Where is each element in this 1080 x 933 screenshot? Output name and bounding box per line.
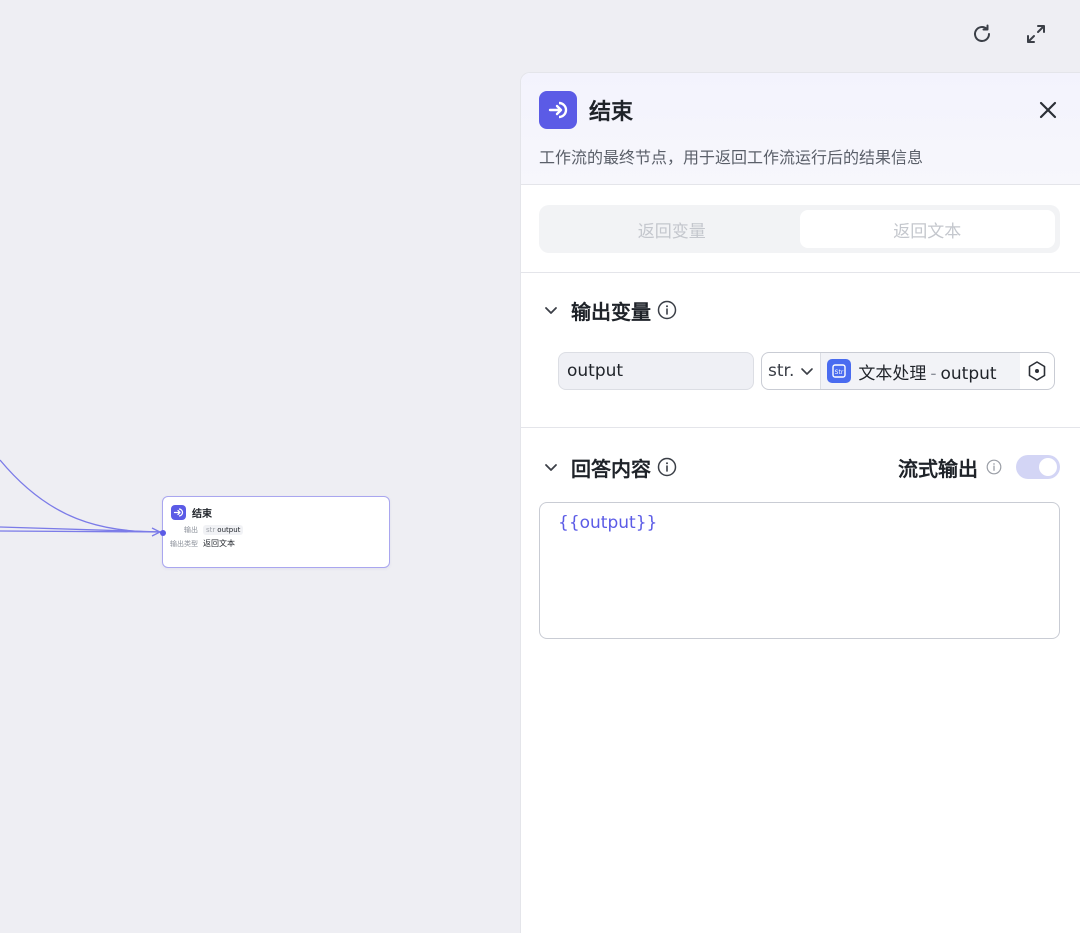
answer-content-section: 回答内容 流式输出 {{output}} bbox=[521, 428, 1080, 639]
variable-name-input[interactable]: output bbox=[558, 352, 754, 390]
node-output-kind-value: 返回文本 bbox=[203, 539, 235, 548]
variable-reference-field: str. Str 文本处理 - output bbox=[761, 352, 1055, 390]
stream-output-toggle[interactable] bbox=[1016, 455, 1060, 479]
close-icon[interactable] bbox=[1034, 96, 1062, 124]
panel-header: 结束 工作流的最终节点，用于返回工作流运行后的结果信息 bbox=[521, 73, 1080, 185]
output-variables-section: 输出变量 output str. Str 文本处理 - output bbox=[521, 273, 1080, 428]
chevron-down-icon[interactable] bbox=[541, 457, 561, 477]
answer-content-editor[interactable]: {{output}} bbox=[539, 502, 1060, 639]
end-node-icon bbox=[539, 91, 577, 129]
chevron-down-icon bbox=[801, 368, 814, 375]
info-icon[interactable] bbox=[657, 300, 677, 320]
text-processing-icon: Str bbox=[827, 359, 852, 383]
tab-return-text[interactable]: 返回文本 bbox=[799, 210, 1055, 248]
variable-type-select[interactable]: str. bbox=[762, 353, 822, 389]
node-output-kind-label: 输出类型 bbox=[170, 539, 198, 548]
info-icon[interactable] bbox=[986, 459, 1002, 475]
canvas-toolbar bbox=[968, 20, 1050, 48]
fullscreen-icon[interactable] bbox=[1022, 20, 1050, 48]
info-icon[interactable] bbox=[657, 457, 677, 477]
node-settings-panel: 结束 工作流的最终节点，用于返回工作流运行后的结果信息 返回变量 返回文本 输出… bbox=[520, 72, 1080, 933]
node-output-label: 输出 bbox=[184, 526, 198, 534]
chevron-down-icon[interactable] bbox=[541, 300, 561, 320]
toggle-knob bbox=[1039, 458, 1057, 476]
tab-return-variable[interactable]: 返回变量 bbox=[544, 210, 800, 248]
panel-description: 工作流的最终节点，用于返回工作流运行后的结果信息 bbox=[539, 148, 924, 167]
reference-chip[interactable]: Str 文本处理 - output bbox=[821, 353, 1020, 389]
stream-output-control: 流式输出 bbox=[898, 453, 1060, 482]
stream-output-label: 流式输出 bbox=[898, 456, 978, 481]
end-node-icon bbox=[171, 505, 186, 520]
section-title: 输出变量 bbox=[571, 299, 651, 324]
node-input-handle[interactable] bbox=[160, 530, 166, 536]
edge-curve bbox=[0, 459, 163, 533]
svg-text:Str: Str bbox=[835, 369, 844, 376]
variable-picker-icon[interactable] bbox=[1020, 353, 1054, 389]
section-title: 回答内容 bbox=[571, 456, 651, 481]
reference-label: 文本处理 - output bbox=[858, 363, 997, 384]
refresh-icon[interactable] bbox=[968, 20, 996, 48]
return-mode-tabs: 返回变量 返回文本 bbox=[539, 205, 1060, 253]
node-title: 结束 bbox=[192, 509, 212, 520]
node-output-chip: str output bbox=[203, 525, 244, 535]
end-node-card[interactable]: 结束 输出 str output 输出类型 返回文本 bbox=[160, 496, 390, 568]
panel-title: 结束 bbox=[589, 100, 634, 125]
